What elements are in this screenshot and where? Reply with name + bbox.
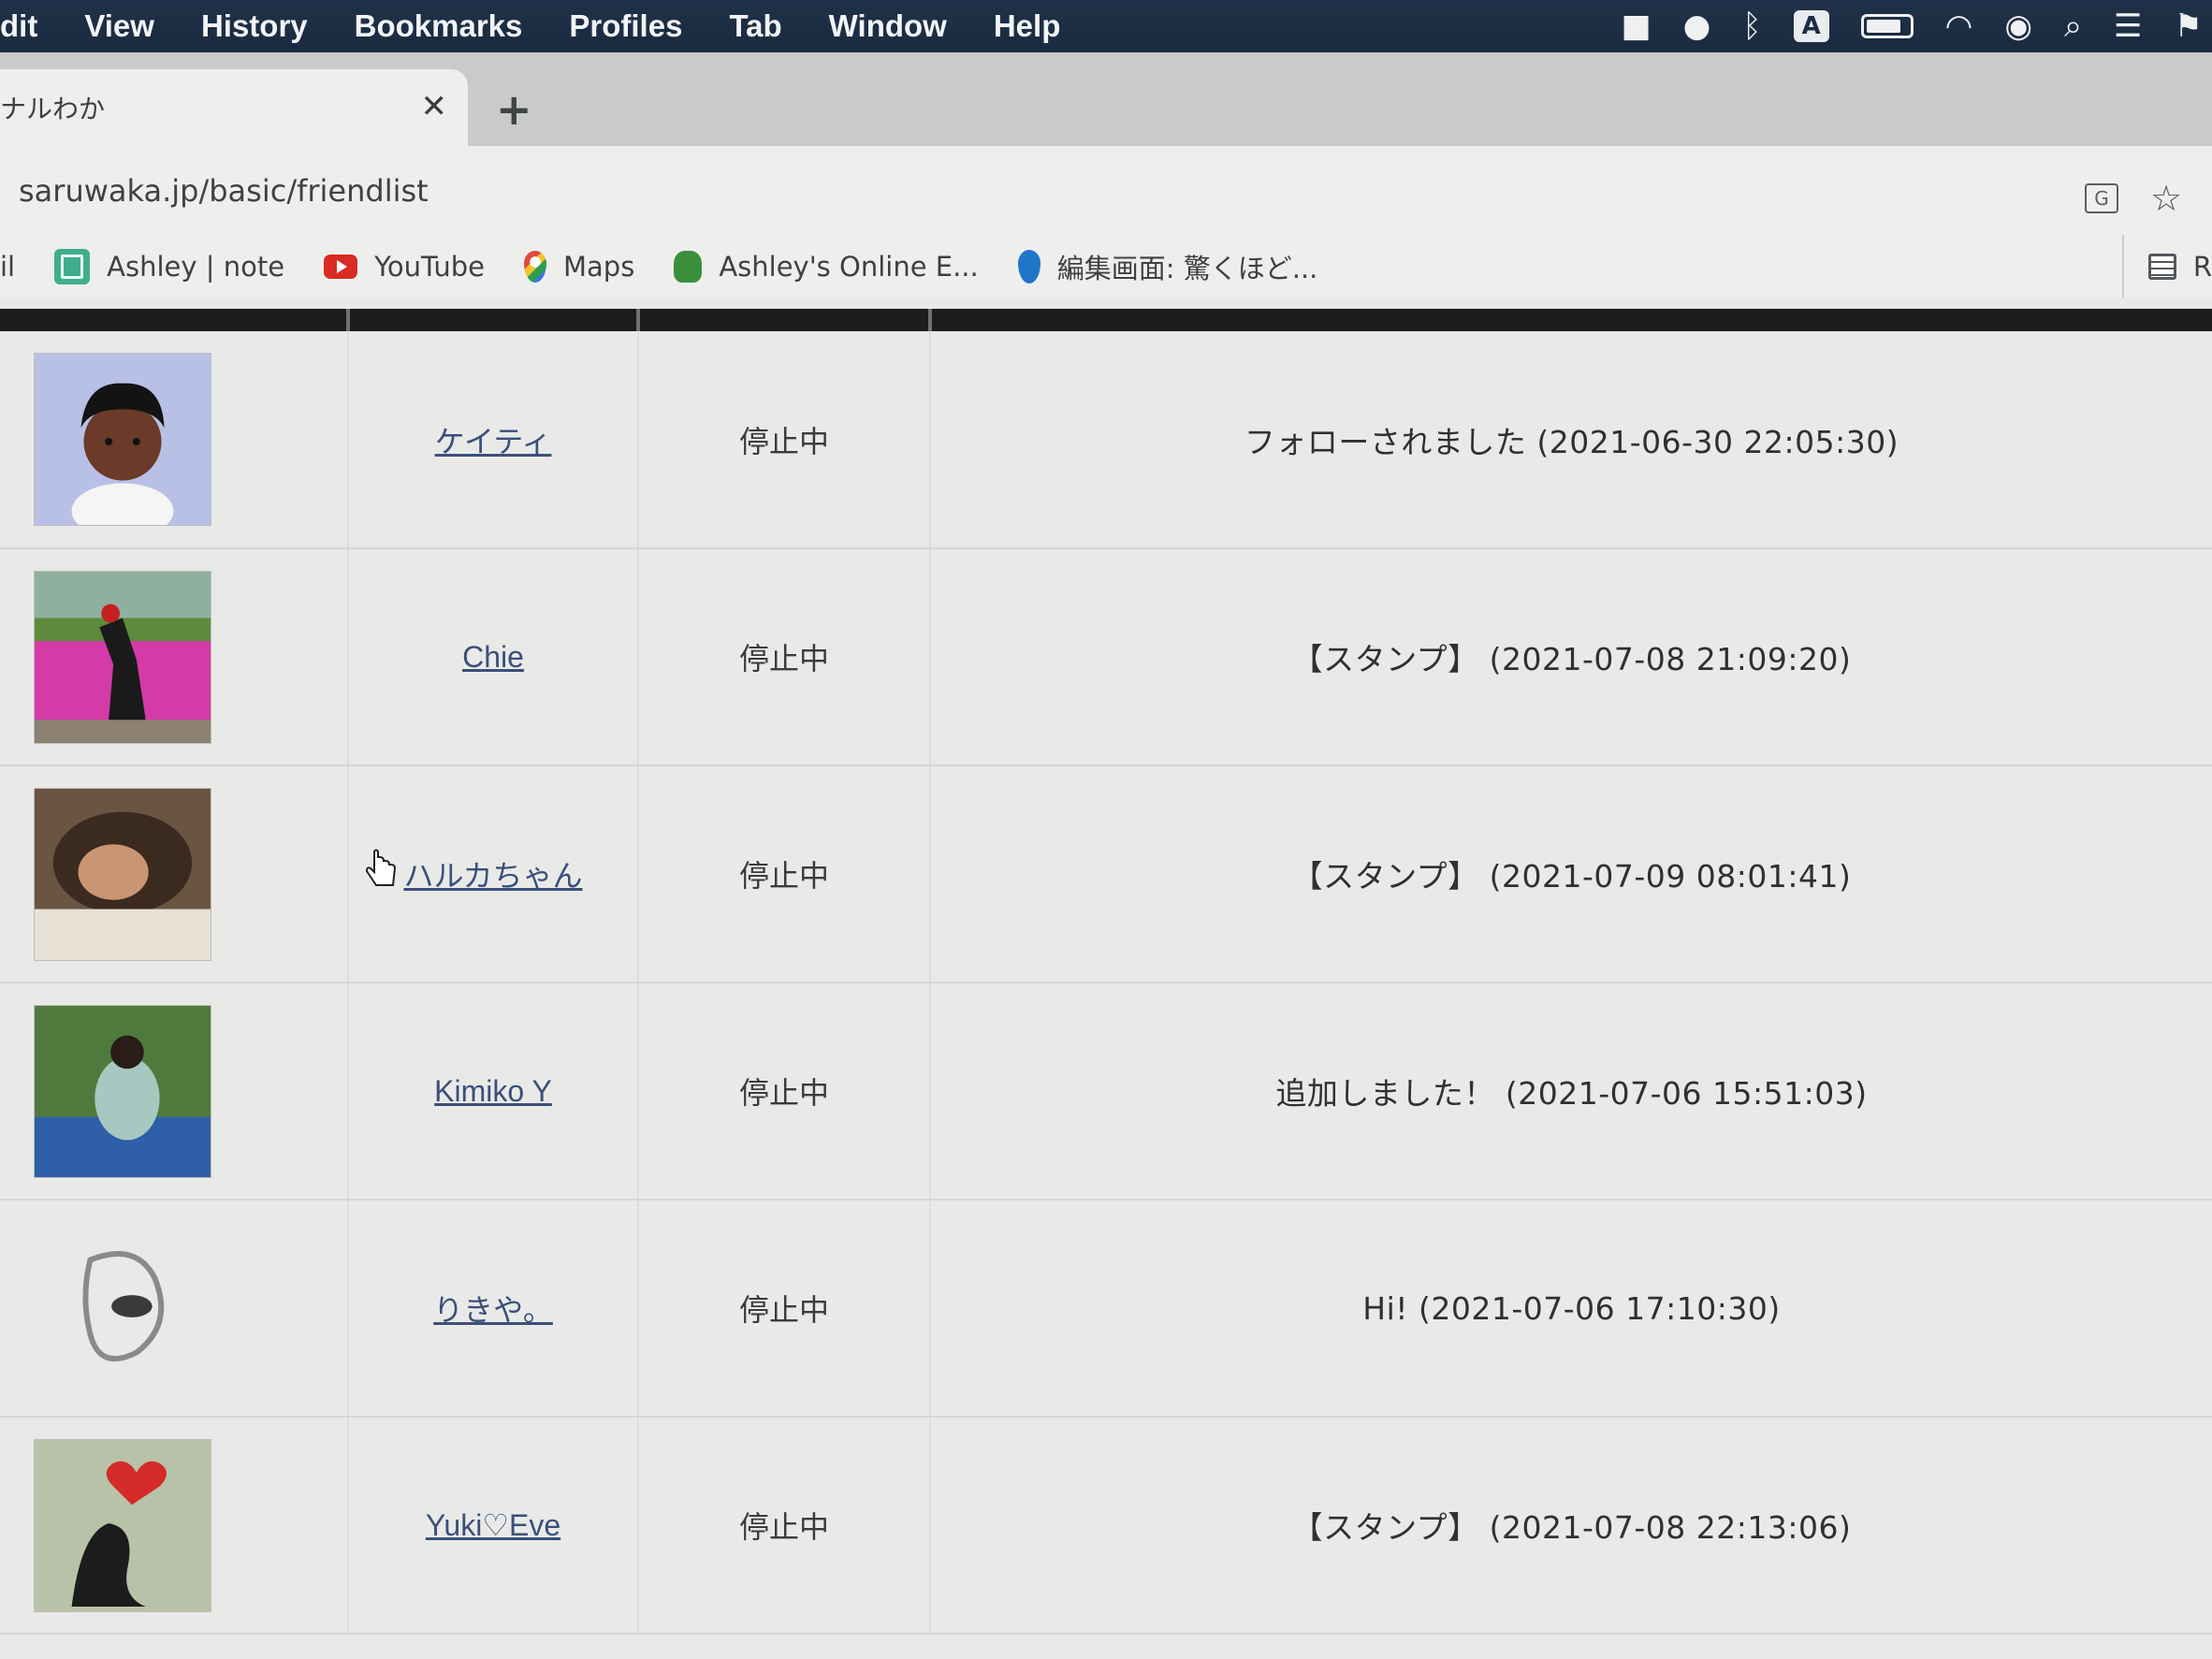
bookmark-partial[interactable]: il [0,251,15,283]
menu-edit[interactable]: dit [0,8,61,44]
spotlight-search-icon[interactable]: ⌕ [2064,10,2082,42]
menu-profiles[interactable]: Profiles [546,8,706,44]
table-row: ケイティ 停止中 フォローされました (2021-06-30 22:05:30) [0,331,2212,549]
tab-strip: ナルわか ✕ + [0,52,2212,146]
wifi-icon[interactable]: ◠ [1945,10,1973,42]
bookmarks-bar: il Ashley | note YouTube Maps Ashley's O… [0,235,2212,298]
friend-name-link[interactable]: ケイティ [435,425,552,458]
menu-view[interactable]: View [61,8,178,44]
close-tab-icon[interactable]: ✕ [421,88,448,125]
bookmark-star-icon[interactable]: ☆ [2150,178,2182,219]
friend-list-table: ケイティ 停止中 フォローされました (2021-06-30 22:05:30)… [0,331,2212,1635]
new-tab-icon[interactable]: + [496,84,532,135]
bluetooth-icon[interactable]: ᛒ [1742,10,1761,42]
friend-last-message: 【スタンプ】 (2021-07-08 22:13:06) [1291,1509,1852,1546]
header-divider [346,309,350,331]
battery-icon[interactable] [1860,14,1914,38]
avatar[interactable] [34,1222,211,1395]
friend-name-link[interactable]: Kimiko Y [434,1074,552,1108]
menu-history[interactable]: History [178,8,331,44]
reading-list-button[interactable]: R [2121,235,2212,298]
mac-menubar: dit View History Bookmarks Profiles Tab … [0,0,2212,52]
friend-name-link[interactable]: Chie [462,640,524,674]
header-divider [636,309,640,331]
maps-icon [524,250,546,283]
friend-status: 停止中 [738,423,829,459]
avatar[interactable] [34,353,211,526]
status-icons: ■ ● ᛒ A ◠ ◉ ⌕ ☰ ⚑ [1621,0,2212,52]
friend-status: 停止中 [738,858,829,894]
translate-icon[interactable]: G [2085,183,2118,213]
table-row: Chie 停止中 【スタンプ】 (2021-07-08 21:09:20) [0,548,2212,766]
friend-status: 停止中 [738,1075,829,1111]
friend-status: 停止中 [738,1292,829,1328]
app-status-icon[interactable]: ⚑ [2175,10,2203,42]
bookmark-edit-screen[interactable]: 編集画面: 驚くほど... [1017,247,1317,286]
friend-last-message: 【スタンプ】 (2021-07-09 08:01:41) [1291,858,1852,895]
page-content: ケイティ 停止中 フォローされました (2021-06-30 22:05:30)… [0,298,2212,1659]
tab-title: ナルわか [0,94,106,124]
menu-window[interactable]: Window [806,8,970,44]
friend-last-message: 【スタンプ】 (2021-07-08 21:09:20) [1291,641,1852,677]
address-bar[interactable]: saruwaka.jp/basic/friendlist [0,159,2212,223]
reading-list-icon [2147,253,2176,280]
frog-icon [674,250,703,283]
note-icon [54,248,91,284]
friend-last-message: Hi! (2021-07-06 17:10:30) [1362,1289,1781,1327]
friend-last-message: フォローされました (2021-06-30 22:05:30) [1244,423,1899,460]
avatar[interactable] [34,1004,211,1178]
menu-bookmarks[interactable]: Bookmarks [331,8,546,44]
friend-status: 停止中 [738,1509,829,1545]
header-divider [928,309,932,331]
bookmark-maps[interactable]: Maps [524,250,634,283]
youtube-icon [324,254,358,279]
chat-bubble-icon[interactable]: ● [1683,10,1711,42]
hand-cursor-icon [365,849,397,886]
menu-help[interactable]: Help [970,8,1084,44]
table-row: Kimiko Y 停止中 追加しました！ (2021-07-06 15:51:0… [0,982,2212,1201]
pin-icon [1017,249,1041,284]
friend-name-link[interactable]: りきや。 [433,1293,553,1327]
table-row: りきや。 停止中 Hi! (2021-07-06 17:10:30) [0,1200,2212,1418]
tab-active[interactable]: ナルわか ✕ [0,69,468,146]
friend-last-message: 追加しました！ (2021-07-06 15:51:03) [1275,1075,1868,1112]
bookmark-ashley-note[interactable]: Ashley | note [54,248,284,284]
url-text[interactable]: saruwaka.jp/basic/friendlist [19,173,429,209]
user-account-icon[interactable]: ◉ [2004,10,2032,42]
friend-status: 停止中 [738,641,829,677]
friend-name-link[interactable]: Yuki♡Eve [426,1508,560,1542]
table-row: ハルカちゃん 停止中 【スタンプ】 (2021-07-09 08:01:41) [0,765,2212,983]
table-header-strip [0,309,2212,331]
avatar[interactable] [34,787,211,961]
browser-toolbar: saruwaka.jp/basic/friendlist G ☆ [0,146,2212,235]
app-menu: dit View History Bookmarks Profiles Tab … [0,0,1084,52]
bookmark-ashley-online[interactable]: Ashley's Online E... [674,250,979,283]
avatar[interactable] [34,570,211,744]
avatar[interactable] [34,1438,211,1612]
input-source-icon[interactable]: A [1793,10,1829,42]
menu-tab[interactable]: Tab [706,8,805,44]
control-center-icon[interactable]: ☰ [2114,10,2142,42]
video-camera-icon[interactable]: ■ [1621,10,1651,42]
bookmark-youtube[interactable]: YouTube [324,251,485,283]
friend-name-link[interactable]: ハルカちゃん [403,859,582,893]
table-row: Yuki♡Eve 停止中 【スタンプ】 (2021-07-08 22:13:06… [0,1417,2212,1635]
